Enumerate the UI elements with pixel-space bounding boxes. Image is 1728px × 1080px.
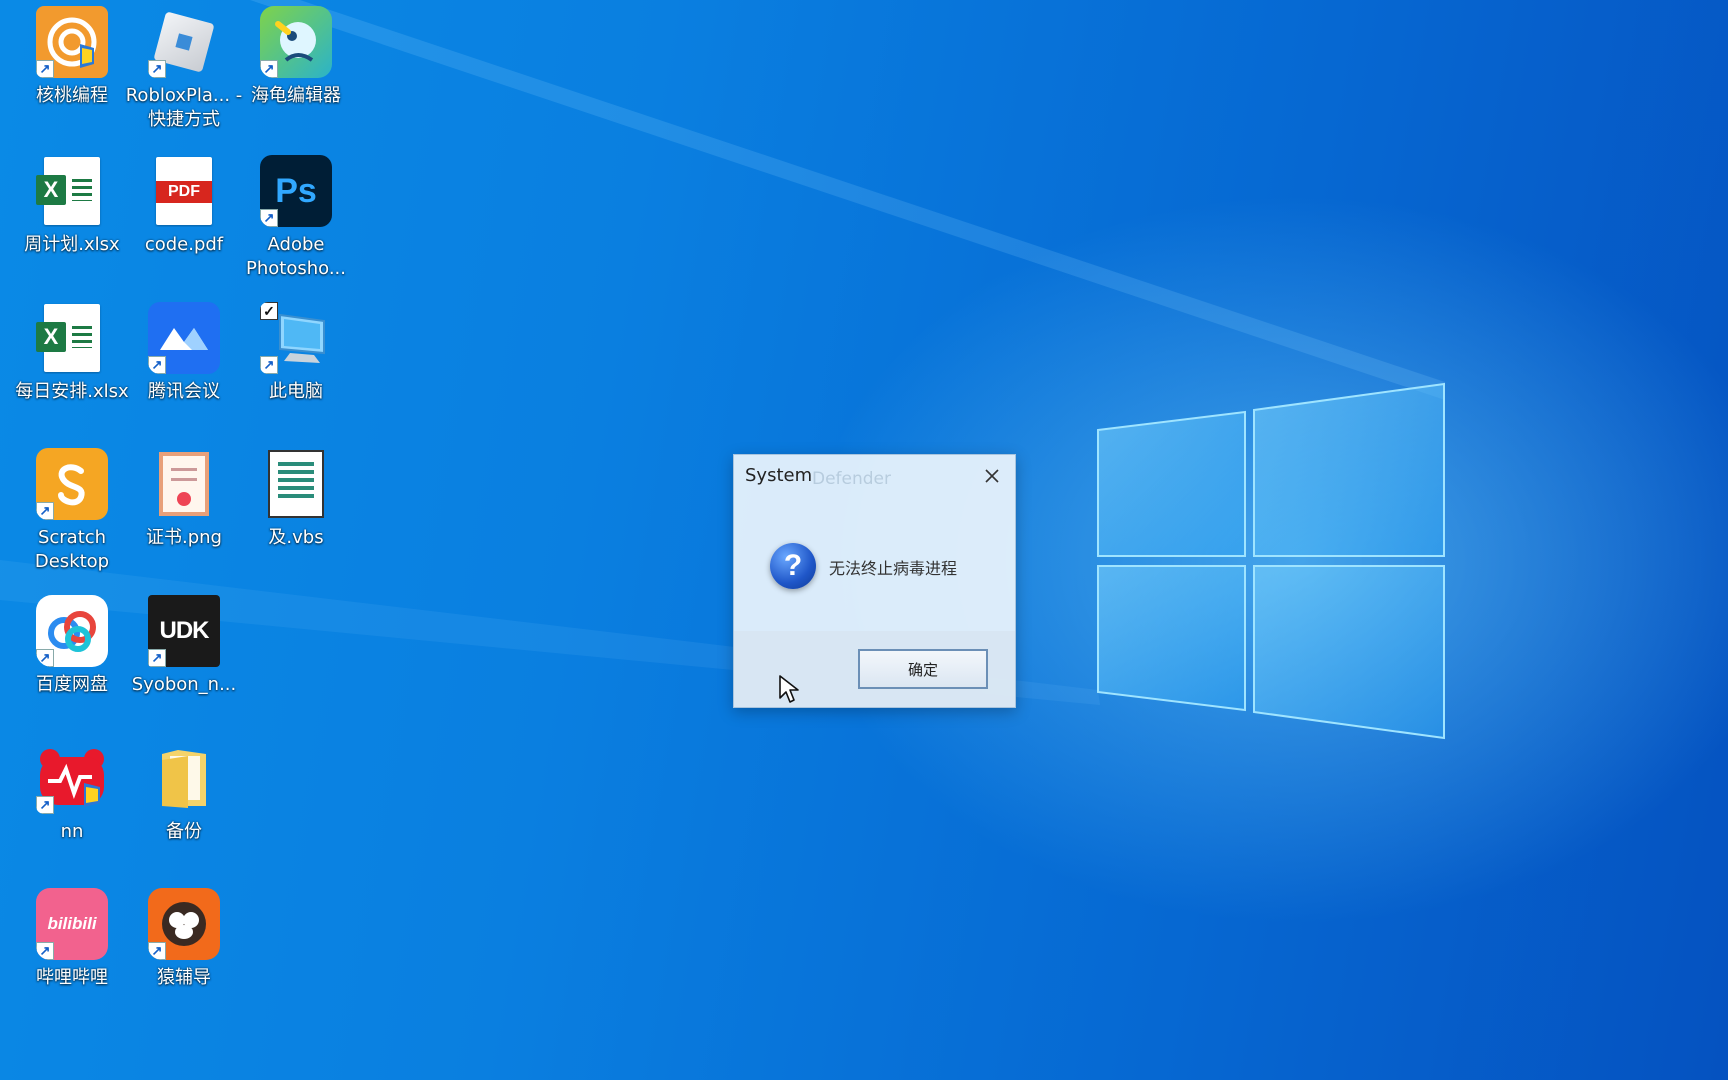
desktop-icon-scratch[interactable]: ↗ Scratch Desktop <box>16 448 128 578</box>
ps-wordmark: Ps <box>275 171 317 210</box>
shortcut-arrow-icon: ↗ <box>36 649 54 667</box>
pdf-badge: PDF <box>156 181 212 203</box>
vbs-script-icon <box>260 448 332 520</box>
pdf-file-icon: PDF <box>148 155 220 227</box>
nn-accelerator-icon: ↗ <box>36 742 108 814</box>
dialog-ghost-title: Defender <box>812 469 892 489</box>
desktop-icon-baidu-netdisk[interactable]: ↗ 百度网盘 <box>16 595 128 725</box>
desktop-icon-yuanfudao[interactable]: ↗ 猿辅导 <box>128 888 240 1018</box>
bilibili-icon: bilibili ↗ <box>36 888 108 960</box>
desktop-icon-daily-schedule[interactable]: X 每日安排.xlsx <box>15 302 129 432</box>
question-icon: ? <box>770 543 816 589</box>
hetao-icon: ↗ <box>36 6 108 78</box>
excel-file-icon: X <box>36 155 108 227</box>
icon-label: Syobon_n... <box>131 674 237 695</box>
close-icon <box>985 469 999 483</box>
desktop-icon-nn[interactable]: ↗ nn <box>16 742 128 872</box>
udk-wordmark: UDK <box>159 617 210 644</box>
excel-x: X <box>36 322 66 352</box>
shortcut-arrow-icon: ↗ <box>148 942 166 960</box>
icon-label: 哔哩哔哩 <box>36 967 108 988</box>
excel-x: X <box>36 175 66 205</box>
icon-label: code.pdf <box>144 234 224 255</box>
icon-label: Adobe Photosho... <box>246 234 346 279</box>
selection-checkbox-icon[interactable]: ✓ <box>260 302 278 320</box>
shortcut-arrow-icon: ↗ <box>36 502 54 520</box>
shortcut-arrow-icon: ↗ <box>36 60 54 78</box>
desktop-icon-code-pdf[interactable]: PDF code.pdf <box>128 155 240 285</box>
desktop-icon-bilibili[interactable]: bilibili ↗ 哔哩哔哩 <box>16 888 128 1018</box>
icon-label: 每日安排.xlsx <box>15 381 129 402</box>
ok-button[interactable]: 确定 <box>858 649 988 689</box>
shortcut-arrow-icon: ↗ <box>36 942 54 960</box>
desktop-icon-hetao[interactable]: ↗ 核桃编程 <box>16 6 128 136</box>
icon-label: nn <box>60 821 84 842</box>
dialog-footer: 确定 <box>734 631 1015 707</box>
system-dialog: Defender System ? 无法终止病毒进程 确定 <box>733 454 1016 708</box>
shortcut-arrow-icon: ↗ <box>148 60 166 78</box>
turtle-editor-icon: ↗ <box>260 6 332 78</box>
udk-icon: UDK ↗ <box>148 595 220 667</box>
shortcut-arrow-icon: ↗ <box>148 649 166 667</box>
desktop-icon-tencent-meeting[interactable]: ↗ 腾讯会议 <box>128 302 240 432</box>
shortcut-arrow-icon: ↗ <box>260 356 278 374</box>
shortcut-arrow-icon: ↗ <box>36 796 54 814</box>
desktop-icon-weekly-plan[interactable]: X 周计划.xlsx <box>16 155 128 285</box>
yuanfudao-icon: ↗ <box>148 888 220 960</box>
desktop-icon-vbs[interactable]: 及.vbs <box>240 448 352 578</box>
desktop-icon-backup-folder[interactable]: 备份 <box>128 742 240 872</box>
desktop-icon-roblox[interactable]: ↗ RobloxPla... - 快捷方式 <box>125 6 243 136</box>
icon-label: 腾讯会议 <box>148 381 220 402</box>
certificate-image-icon <box>148 448 220 520</box>
dialog-message: 无法终止病毒进程 <box>829 559 958 578</box>
icon-label: Scratch Desktop <box>34 527 110 572</box>
icon-label: 备份 <box>166 821 202 842</box>
tencent-meeting-icon: ↗ <box>148 302 220 374</box>
shortcut-arrow-icon: ↗ <box>260 60 278 78</box>
icon-label: 猿辅导 <box>157 967 211 988</box>
folder-icon <box>148 742 220 814</box>
icon-label: 海龟编辑器 <box>251 85 341 106</box>
desktop-icon-syobon[interactable]: UDK ↗ Syobon_n... <box>128 595 240 725</box>
desktop-icon-certificate[interactable]: 证书.png <box>128 448 240 578</box>
shortcut-arrow-icon: ↗ <box>260 209 278 227</box>
roblox-icon: ↗ <box>148 6 220 78</box>
desktop-icon-turtle-editor[interactable]: ↗ 海龟编辑器 <box>240 6 352 136</box>
this-pc-icon: ✓ ↗ <box>260 302 332 374</box>
scratch-icon: ↗ <box>36 448 108 520</box>
mouse-cursor-icon <box>779 675 799 703</box>
desktop-icon-this-pc[interactable]: ✓ ↗ 此电脑 <box>240 302 352 432</box>
bilibili-wordmark: bilibili <box>47 914 97 933</box>
icon-label: 周计划.xlsx <box>24 234 120 255</box>
shortcut-arrow-icon: ↗ <box>148 356 166 374</box>
icon-label: 百度网盘 <box>36 674 108 695</box>
icon-label: 及.vbs <box>268 527 324 548</box>
icon-label: 核桃编程 <box>36 85 108 106</box>
baidu-netdisk-icon: ↗ <box>36 595 108 667</box>
icon-label: 证书.png <box>146 527 222 548</box>
dialog-title: System <box>745 465 813 486</box>
photoshop-icon: Ps ↗ <box>260 155 332 227</box>
icon-label: 此电脑 <box>269 381 323 402</box>
icon-label: RobloxPla... - 快捷方式 <box>125 85 243 130</box>
excel-file-icon: X <box>36 302 108 374</box>
close-button[interactable] <box>981 465 1003 487</box>
desktop-icon-photoshop[interactable]: Ps ↗ Adobe Photosho... <box>240 155 352 285</box>
